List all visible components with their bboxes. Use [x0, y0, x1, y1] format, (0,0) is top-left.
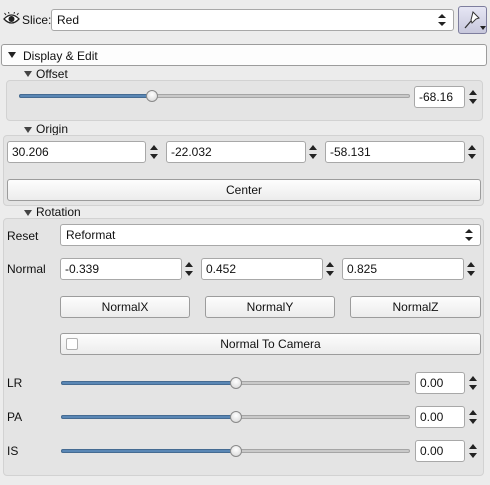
- offset-slider[interactable]: [19, 90, 410, 102]
- pa-value-field[interactable]: 0.00: [415, 406, 465, 428]
- rotation-title: Rotation: [36, 205, 81, 219]
- pa-slider[interactable]: [61, 411, 410, 423]
- spin-down-icon: [150, 154, 158, 159]
- is-label: IS: [7, 444, 19, 458]
- normal-to-camera-label: Normal To Camera: [220, 337, 321, 351]
- offset-slider-handle[interactable]: [146, 90, 158, 102]
- center-button[interactable]: Center: [7, 179, 481, 201]
- slice-label: Slice:: [22, 13, 52, 27]
- spin-up-icon: [469, 410, 477, 415]
- normal-y-field[interactable]: 0.452: [201, 258, 323, 280]
- slice-selector-value: Red: [57, 13, 80, 27]
- origin-z-field[interactable]: -58.131: [325, 141, 465, 163]
- is-spinner[interactable]: [466, 440, 480, 462]
- origin-z-spinner[interactable]: [465, 141, 479, 163]
- chevron-down-icon: [480, 26, 486, 30]
- pa-label: PA: [7, 410, 23, 424]
- lr-slider[interactable]: [61, 377, 410, 389]
- offset-value-field[interactable]: -68.16: [414, 86, 465, 108]
- reset-combobox[interactable]: Reformat: [60, 224, 481, 246]
- spin-up-icon: [150, 145, 158, 150]
- offset-title: Offset: [36, 67, 68, 81]
- collapse-arrow-icon: [8, 52, 16, 58]
- spin-down-icon: [185, 271, 193, 276]
- chevron-updown-icon: [464, 228, 474, 242]
- chevron-updown-icon: [437, 13, 447, 27]
- origin-collapse-icon[interactable]: [24, 127, 32, 133]
- checkbox-icon[interactable]: [66, 338, 78, 350]
- offset-collapse-icon[interactable]: [24, 71, 32, 77]
- rotation-collapse-icon[interactable]: [24, 210, 32, 216]
- spin-up-icon: [469, 444, 477, 449]
- lr-slider-fill: [61, 381, 237, 385]
- normal-x-spinner[interactable]: [182, 258, 196, 280]
- reset-combobox-value: Reformat: [66, 228, 116, 242]
- offset-spinner[interactable]: [466, 86, 480, 108]
- normal-z-spinner[interactable]: [464, 258, 478, 280]
- slice-selector[interactable]: Red: [51, 9, 454, 31]
- spin-down-icon: [309, 154, 317, 159]
- origin-x-field[interactable]: 30.206: [7, 141, 146, 163]
- normal-label: Normal: [7, 262, 46, 276]
- spin-down-icon: [469, 385, 477, 390]
- pa-slider-fill: [61, 415, 237, 419]
- normalx-button[interactable]: NormalX: [60, 296, 190, 318]
- spin-up-icon: [467, 262, 475, 267]
- spin-up-icon: [469, 90, 477, 95]
- pa-slider-handle[interactable]: [230, 411, 242, 423]
- spin-up-icon: [309, 145, 317, 150]
- is-slider-handle[interactable]: [230, 445, 242, 457]
- spin-down-icon: [469, 419, 477, 424]
- normal-to-camera-button[interactable]: Normal To Camera: [60, 333, 481, 355]
- spin-down-icon: [468, 154, 476, 159]
- normal-z-field[interactable]: 0.825: [342, 258, 464, 280]
- spin-up-icon: [185, 262, 193, 267]
- spin-up-icon: [468, 145, 476, 150]
- origin-x-spinner[interactable]: [147, 141, 161, 163]
- display-edit-section-header[interactable]: Display & Edit: [1, 44, 487, 66]
- visibility-eye-icon[interactable]: [3, 11, 20, 26]
- normal-y-spinner[interactable]: [323, 258, 337, 280]
- reset-label: Reset: [7, 229, 39, 243]
- normalz-button[interactable]: NormalZ: [350, 296, 481, 318]
- spin-down-icon: [467, 271, 475, 276]
- spin-down-icon: [469, 453, 477, 458]
- lr-label: LR: [7, 376, 23, 390]
- spin-down-icon: [326, 271, 334, 276]
- is-value-field[interactable]: 0.00: [415, 440, 465, 462]
- lr-value-field[interactable]: 0.00: [415, 372, 465, 394]
- pa-spinner[interactable]: [466, 406, 480, 428]
- spin-up-icon: [469, 376, 477, 381]
- is-slider[interactable]: [61, 445, 410, 457]
- lr-slider-handle[interactable]: [230, 377, 242, 389]
- spin-down-icon: [469, 99, 477, 104]
- spin-up-icon: [326, 262, 334, 267]
- pin-icon: [464, 11, 480, 32]
- display-edit-title: Display & Edit: [23, 49, 98, 63]
- offset-group: [6, 80, 483, 121]
- origin-title: Origin: [36, 122, 69, 136]
- normal-x-field[interactable]: -0.339: [60, 258, 182, 280]
- origin-y-field[interactable]: -22.032: [166, 141, 306, 163]
- pin-button[interactable]: [458, 6, 487, 34]
- is-slider-fill: [61, 449, 237, 453]
- offset-slider-fill: [19, 94, 153, 98]
- origin-y-spinner[interactable]: [306, 141, 320, 163]
- normaly-button[interactable]: NormalY: [205, 296, 335, 318]
- lr-spinner[interactable]: [466, 372, 480, 394]
